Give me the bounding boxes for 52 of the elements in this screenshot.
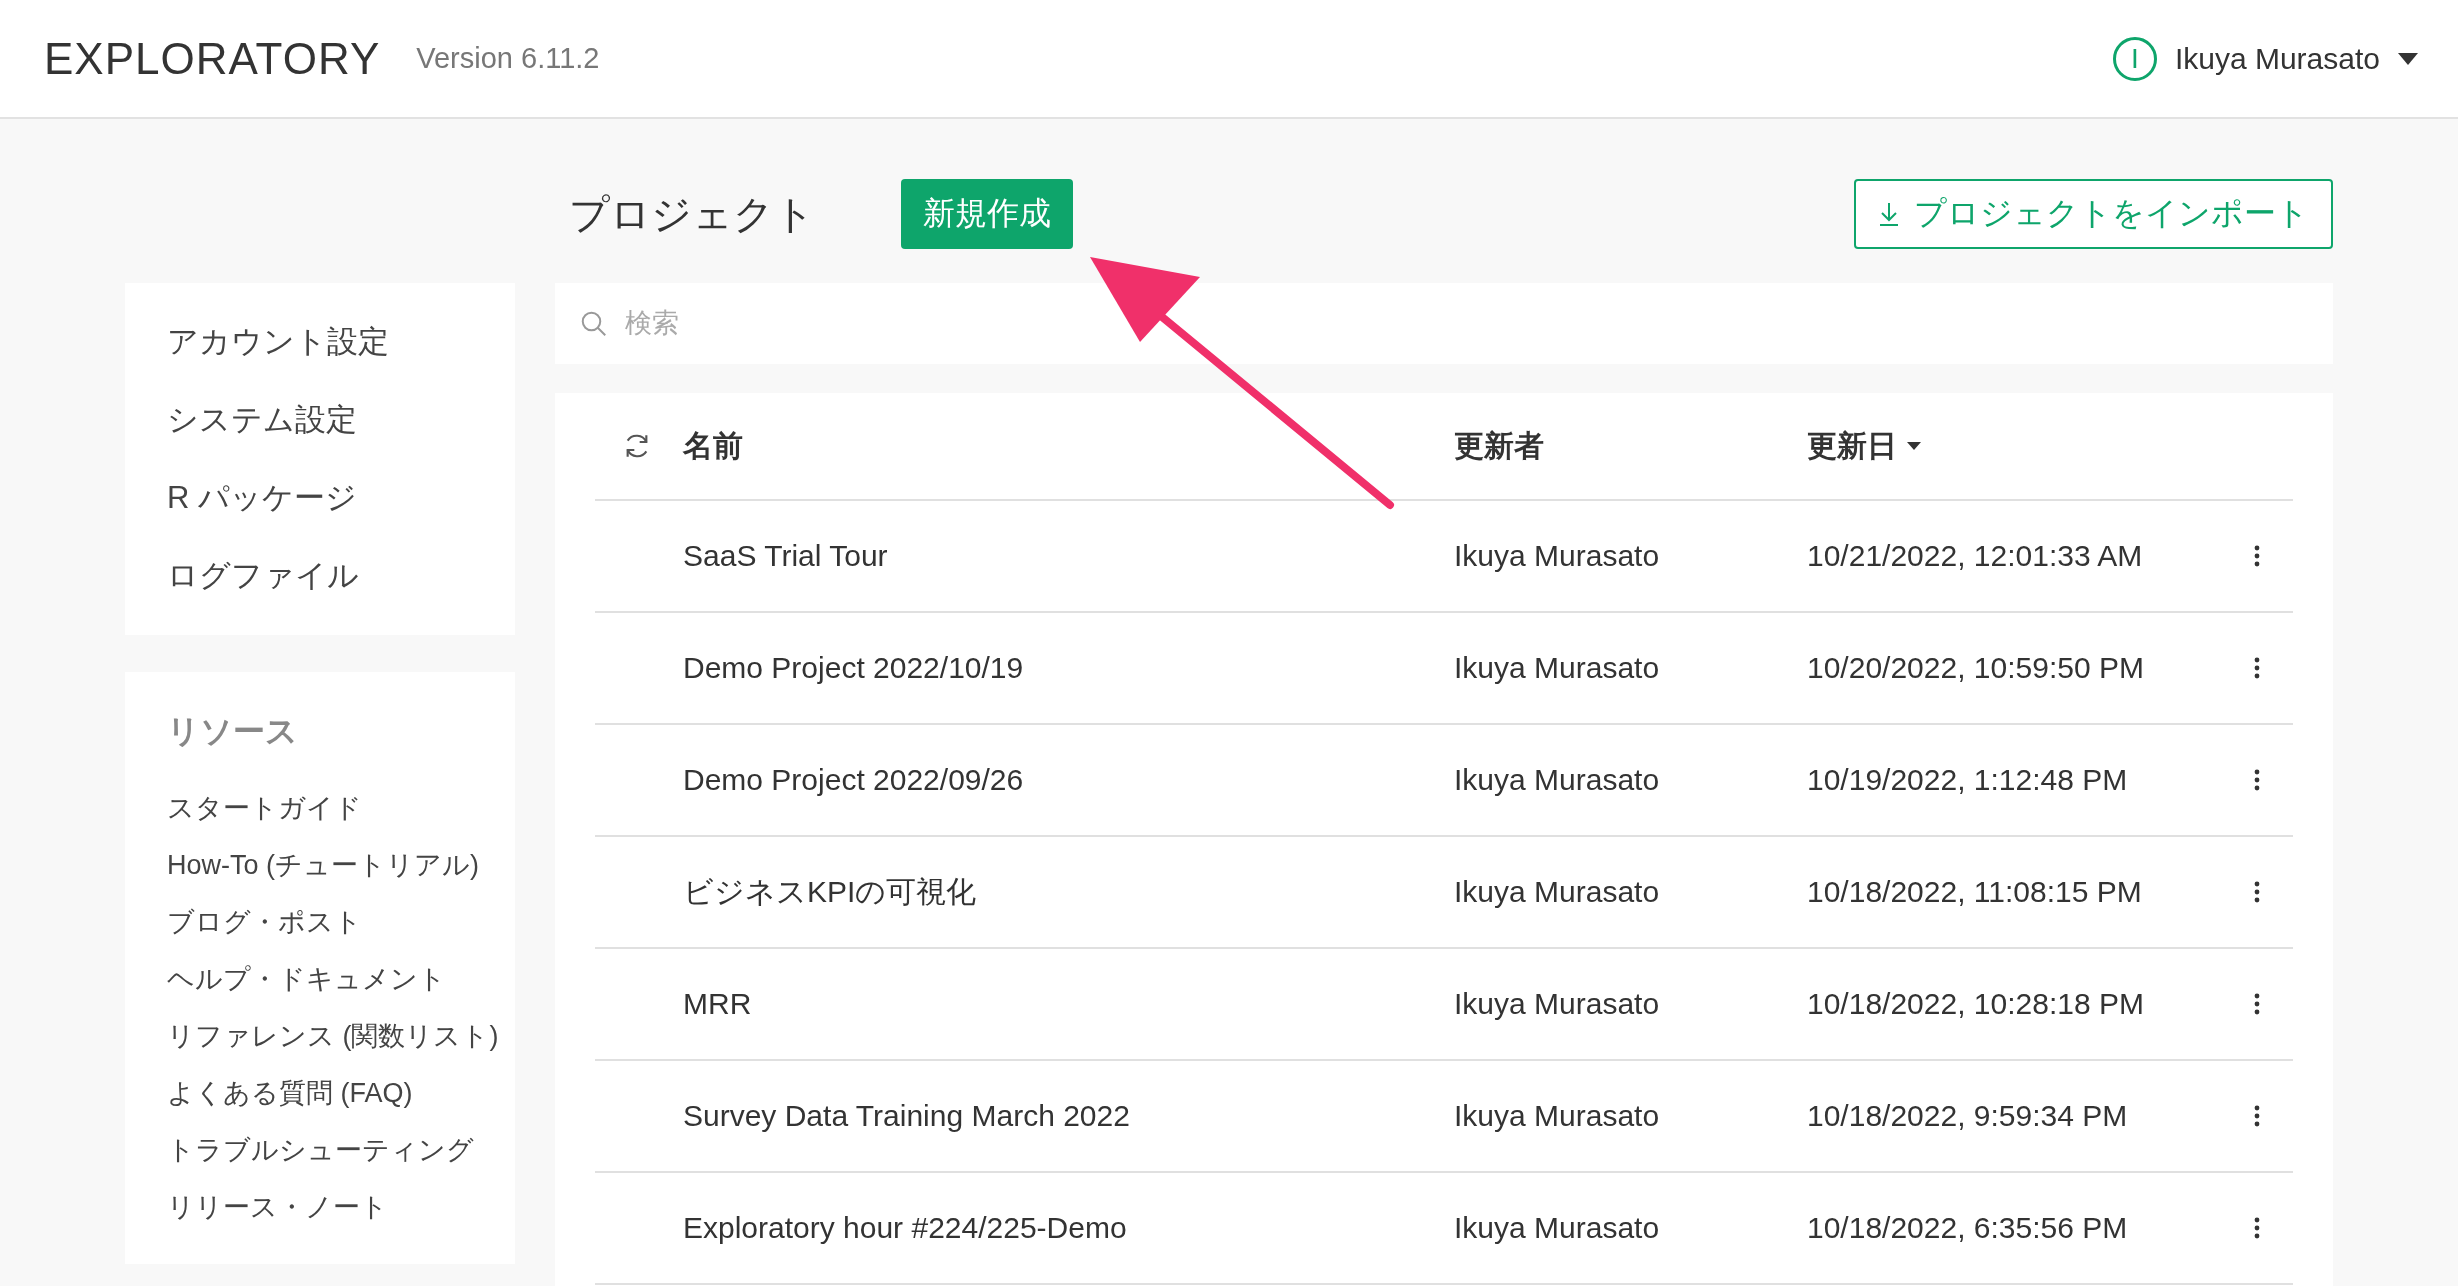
settings-link[interactable]: アカウント設定 [167,303,473,381]
more-icon[interactable] [2253,656,2261,680]
project-name[interactable]: Demo Project 2022/09/26 [683,763,1454,797]
settings-link[interactable]: ログファイル [167,537,473,615]
resource-link[interactable]: スタートガイド [167,780,362,837]
resource-link[interactable]: ブログ・ポスト [167,894,362,951]
updater-cell-text: Ikuya Murasato [1454,1099,1661,1133]
resource-link[interactable]: How-To (チュートリアル) [167,837,479,894]
updater-cell-text: Ikuya Murasato [1454,763,1661,797]
more-icon[interactable] [2253,992,2261,1016]
column-header[interactable]: 更新者 [1454,425,1807,467]
updated-date-cell-text: 10/21/2022, 12:01:33 AM [1807,539,2144,573]
updater-cell-text: Ikuya Murasato [1454,651,1661,685]
updated-date-cell-text: 10/19/2022, 1:12:48 PM [1807,763,2129,797]
sort-caret-icon [1907,442,1921,450]
updated-date-cell-text: 10/18/2022, 6:35:56 PM [1807,1211,2129,1245]
app-logo: EXPLORATORY [44,33,381,84]
updated-date-cell-text: 10/18/2022, 9:59:34 PM [1807,1099,2129,1133]
project-name[interactable]: MRR [683,987,1454,1021]
project-name[interactable]: SaaS Trial Tour [683,539,1454,573]
page-title: プロジェクト [569,190,815,238]
settings-link[interactable]: R パッケージ [167,459,473,537]
updater-cell-text: Ikuya Murasato [1454,875,1661,909]
updater-cell-text: Ikuya Murasato [1454,987,1661,1021]
updated-date-cell-text: 10/18/2022, 10:28:18 PM [1807,987,2145,1021]
resource-link[interactable]: トラブルシューティング [167,1122,474,1179]
updater-cell-text: Ikuya Murasato [1454,539,1661,573]
updated-date-cell-text: 10/20/2022, 10:59:50 PM [1807,651,2145,685]
search-bar[interactable]: 検索 [555,283,2333,364]
more-icon[interactable] [2253,880,2261,904]
project-name[interactable]: Demo Project 2022/10/19 [683,651,1454,685]
project-name[interactable]: Survey Data Training March 2022 [683,1099,1454,1133]
updated-date-cell-text: 10/18/2022, 11:08:15 PM [1807,875,2143,909]
more-icon[interactable] [2253,1104,2261,1128]
download-icon [1878,201,1900,227]
user-name[interactable]: Ikuya Murasato [2174,41,2380,76]
version-label: Version 6.11.2 [416,42,600,75]
column-header[interactable]: 更新日 [1807,425,2253,467]
resource-link[interactable]: よくある質問 (FAQ) [167,1065,413,1122]
project-name[interactable]: Exploratory hour #224/225-Demo [683,1211,1454,1245]
project-name[interactable]: ビジネスKPIの可視化 [683,871,1454,913]
column-header[interactable]: 名前 [683,425,1454,467]
resource-link[interactable]: ヘルプ・ドキュメント [167,951,446,1008]
resources-title: リソース [167,712,299,751]
resource-link[interactable]: リリース・ノート [167,1179,388,1236]
settings-link[interactable]: システム設定 [167,381,473,459]
more-icon[interactable] [2253,768,2261,792]
caret-icon [2398,52,2418,65]
resource-link[interactable]: リファレンス (関数リスト) [167,1008,499,1065]
more-icon[interactable] [2253,544,2261,568]
updater-cell-text: Ikuya Murasato [1454,1211,1661,1245]
more-icon[interactable] [2253,1216,2261,1240]
